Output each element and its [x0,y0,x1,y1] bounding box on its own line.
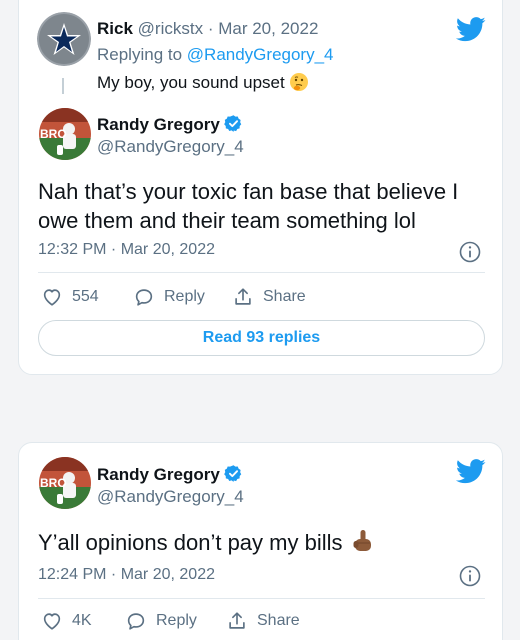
info-icon[interactable] [459,565,481,587]
randy-name[interactable]: Randy Gregory [97,465,220,484]
share-label: Share [263,288,306,305]
tweet-text: Y’all opinions don’t pay my bills [38,530,343,555]
share-icon [226,610,248,632]
like-count: 554 [72,288,99,305]
svg-text:BRO: BRO [40,476,67,490]
replying-to-link[interactable]: @RandyGregory_4 [187,45,334,64]
rick-name[interactable]: Rick [97,19,133,38]
divider [38,272,485,273]
randy-avatar[interactable]: BRO [39,457,91,509]
tweet-text-line-1: Nah that’s your toxic fan base that beli… [38,179,459,204]
reply-bubble-icon [133,286,155,308]
replying-to-prefix: Replying to [97,45,187,64]
like-button[interactable]: 4K [41,610,92,632]
read-replies-button[interactable]: Read 93 replies [38,320,485,356]
like-count: 4K [72,612,92,629]
rick-avatar[interactable] [37,12,91,66]
reply-button[interactable]: Reply [125,610,197,632]
divider [38,598,485,599]
twitter-logo-icon[interactable] [456,459,486,484]
separator-dot: · [207,19,214,38]
verified-badge-icon [223,114,243,133]
reply-button[interactable]: Reply [133,286,205,308]
share-button[interactable]: Share [226,610,300,632]
tweet-timestamp[interactable]: 12:32 PM · Mar 20, 2022 [38,241,215,259]
verified-badge-icon [223,464,243,483]
heart-icon [41,610,63,632]
svg-text:BRO: BRO [40,127,67,141]
rick-handle[interactable]: @rickstx [138,19,203,38]
twitter-logo-icon[interactable] [456,17,486,42]
randy-name-line: Randy Gregory [97,464,243,485]
reply-label: Reply [164,288,205,305]
randy-name-line: Randy Gregory [97,114,243,135]
share-icon [232,286,254,308]
randy-handle[interactable]: @RandyGregory_4 [97,487,244,507]
info-icon[interactable] [459,241,481,263]
rick-reply-text-line: My boy, you sound upset [97,72,309,93]
tweet-text: Nah that’s your toxic fan base that beli… [38,177,458,235]
middle-finger-icon [351,529,375,555]
rick-author-line: Rick @rickstx · Mar 20, 2022 [97,19,318,39]
randy-name[interactable]: Randy Gregory [97,115,220,134]
randy-handle[interactable]: @RandyGregory_4 [97,137,244,157]
heart-icon [41,286,63,308]
rick-date[interactable]: Mar 20, 2022 [218,19,318,38]
tweet-text-line-2: owe them and their team something lol [38,208,416,233]
tweet-card-2: BRO Randy Gregory @RandyGregory_4 Y’all … [18,442,503,640]
reply-label: Reply [156,612,197,629]
like-button[interactable]: 554 [41,286,99,308]
rick-reply-text: My boy, you sound upset [97,73,285,92]
randy-avatar[interactable]: BRO [39,108,91,160]
tweet-card-1: Rick @rickstx · Mar 20, 2022 Replying to… [18,0,503,375]
reply-bubble-icon [125,610,147,632]
share-label: Share [257,612,300,629]
tweet-text-line: Y’all opinions don’t pay my bills [38,528,375,557]
tweet-timestamp[interactable]: 12:24 PM · Mar 20, 2022 [38,566,215,584]
replying-to-line: Replying to @RandyGregory_4 [97,45,334,65]
reply-thread-line [62,78,64,94]
share-button[interactable]: Share [232,286,306,308]
thinking-face-icon [289,72,309,92]
